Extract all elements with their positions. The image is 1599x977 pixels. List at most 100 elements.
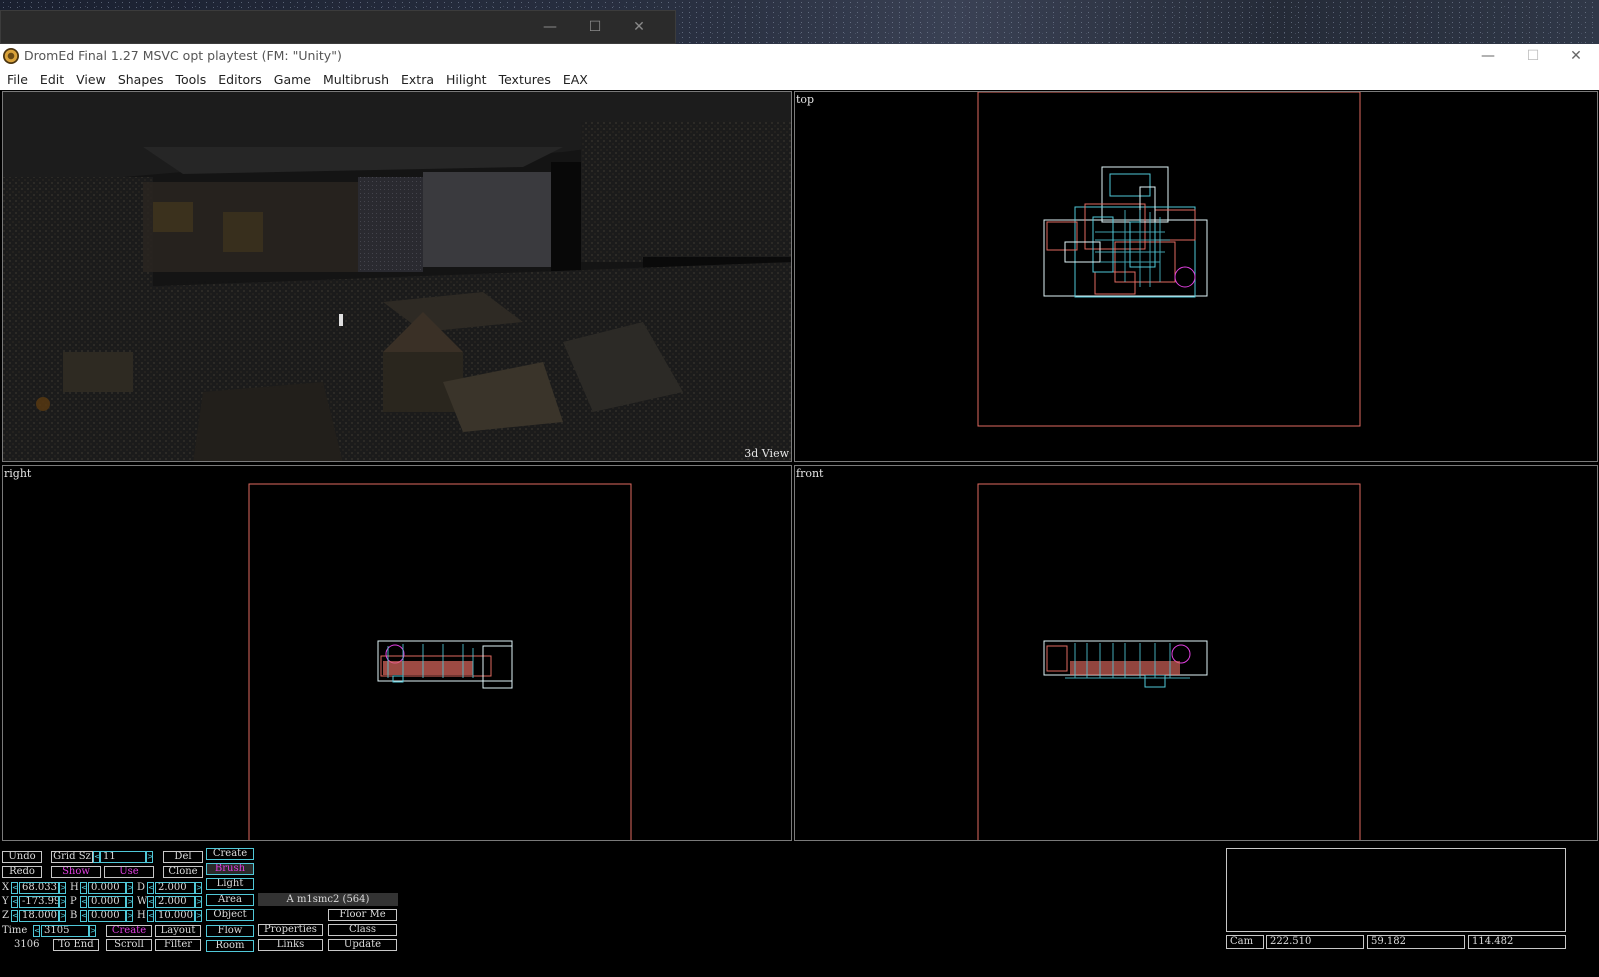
menu-textures[interactable]: Textures xyxy=(494,72,556,87)
camera-label: Cam xyxy=(1226,935,1264,949)
close-icon[interactable]: ✕ xyxy=(628,17,650,37)
menu-extra[interactable]: Extra xyxy=(396,72,439,87)
height-increase-button[interactable]: > xyxy=(195,910,203,922)
links-button[interactable]: Links xyxy=(258,939,323,951)
width-field[interactable]: 2.000 xyxy=(155,896,195,908)
right-view-map xyxy=(248,483,632,840)
object-mode-button[interactable]: Object xyxy=(206,909,254,921)
maximize-button[interactable]: ☐ xyxy=(1510,44,1556,68)
x-decrease-button[interactable]: < xyxy=(11,882,19,894)
light-mode-button[interactable]: Light xyxy=(206,878,254,890)
time-field[interactable]: 3105 xyxy=(41,925,89,937)
flow-mode-button[interactable]: Flow xyxy=(206,925,254,937)
w-decrease-button[interactable]: < xyxy=(147,896,155,908)
front-view-map xyxy=(977,483,1361,840)
y-decrease-button[interactable]: < xyxy=(11,896,19,908)
menu-game[interactable]: Game xyxy=(269,72,316,87)
menu-bar: File Edit View Shapes Tools Editors Game… xyxy=(0,68,1599,90)
menu-tools[interactable]: Tools xyxy=(170,72,211,87)
b-decrease-button[interactable]: < xyxy=(80,910,88,922)
close-button[interactable]: ✕ xyxy=(1553,44,1599,68)
x-field[interactable]: 68.033 xyxy=(19,882,59,894)
grid-size-field[interactable]: 11 xyxy=(100,851,146,863)
brush-mode-button[interactable]: Brush xyxy=(206,863,254,875)
z-increase-button[interactable]: > xyxy=(59,910,67,922)
create-button[interactable]: Create xyxy=(106,925,152,937)
y-label: Y xyxy=(2,896,9,907)
b-increase-button[interactable]: > xyxy=(126,910,134,922)
viewport-3d[interactable]: 3d View xyxy=(2,91,792,462)
p-label: P xyxy=(70,896,77,907)
maximize-icon[interactable]: ☐ xyxy=(584,17,606,37)
menu-multibrush[interactable]: Multibrush xyxy=(318,72,394,87)
viewport-label-top: top xyxy=(796,93,815,106)
viewport-right[interactable]: right xyxy=(2,465,792,841)
time-decrease-button[interactable]: < xyxy=(33,925,41,937)
menu-file[interactable]: File xyxy=(2,72,33,87)
clone-button[interactable]: Clone xyxy=(163,866,203,878)
z-field[interactable]: 18.000 xyxy=(19,910,59,922)
heading-field[interactable]: 0.000 xyxy=(88,882,126,894)
h-label: H xyxy=(70,882,79,893)
to-end-button[interactable]: To End xyxy=(53,939,99,951)
viewport-front[interactable]: front xyxy=(794,465,1598,841)
pitch-field[interactable]: 0.000 xyxy=(88,896,126,908)
h-decrease-button[interactable]: < xyxy=(80,882,88,894)
height-field[interactable]: 10.000 xyxy=(155,910,195,922)
menu-shapes[interactable]: Shapes xyxy=(113,72,169,87)
y-field[interactable]: -173.99 xyxy=(19,896,59,908)
height-decrease-button[interactable]: < xyxy=(147,910,155,922)
p-decrease-button[interactable]: < xyxy=(80,896,88,908)
menu-hilight[interactable]: Hilight xyxy=(441,72,492,87)
redo-button[interactable]: Redo xyxy=(2,866,42,878)
menu-eax[interactable]: EAX xyxy=(558,72,593,87)
menu-edit[interactable]: Edit xyxy=(35,72,69,87)
d-label: D xyxy=(137,882,146,893)
height-label: H xyxy=(137,910,146,921)
background-window[interactable]: — ☐ ✕ xyxy=(0,10,676,44)
grid-size-label: Grid Sz xyxy=(51,851,93,863)
h-increase-button[interactable]: > xyxy=(126,882,134,894)
z-label: Z xyxy=(2,910,9,921)
app-icon xyxy=(3,48,19,64)
area-mode-button[interactable]: Area xyxy=(206,894,254,906)
menu-editors[interactable]: Editors xyxy=(213,72,267,87)
grid-increase-button[interactable]: > xyxy=(146,851,154,863)
minimize-icon[interactable]: — xyxy=(539,17,561,37)
p-increase-button[interactable]: > xyxy=(126,896,134,908)
delete-button[interactable]: Del xyxy=(163,851,203,863)
top-view-map xyxy=(977,92,1361,427)
menu-view[interactable]: View xyxy=(71,72,111,87)
d-increase-button[interactable]: > xyxy=(195,882,203,894)
floor-me-button[interactable]: Floor Me xyxy=(328,909,397,921)
brush-info: A m1smc2 (564) xyxy=(258,893,398,906)
show-button[interactable]: Show xyxy=(51,866,101,878)
bank-field[interactable]: 0.000 xyxy=(88,910,126,922)
3d-scene-render xyxy=(3,92,791,461)
update-button[interactable]: Update xyxy=(328,939,397,951)
x-increase-button[interactable]: > xyxy=(59,882,67,894)
scroll-button[interactable]: Scroll xyxy=(106,939,152,951)
undo-button[interactable]: Undo xyxy=(2,851,42,863)
filter-button[interactable]: Filter xyxy=(155,939,201,951)
use-button[interactable]: Use xyxy=(104,866,154,878)
minimize-button[interactable]: — xyxy=(1465,44,1511,68)
camera-x: 222.510 xyxy=(1266,935,1364,949)
room-mode-button[interactable]: Room xyxy=(206,940,254,952)
layout-button[interactable]: Layout xyxy=(155,925,201,937)
w-increase-button[interactable]: > xyxy=(195,896,203,908)
time-total: 3106 xyxy=(14,939,40,950)
viewport-label-front: front xyxy=(796,467,824,480)
d-decrease-button[interactable]: < xyxy=(147,882,155,894)
camera-z: 114.482 xyxy=(1468,935,1566,949)
grid-decrease-button[interactable]: < xyxy=(93,851,101,863)
b-label: B xyxy=(70,910,78,921)
depth-field[interactable]: 2.000 xyxy=(155,882,195,894)
viewport-top[interactable]: top xyxy=(794,91,1598,462)
class-button[interactable]: Class xyxy=(328,924,397,936)
create-mode-button[interactable]: Create xyxy=(206,848,254,860)
time-increase-button[interactable]: > xyxy=(89,925,97,937)
z-decrease-button[interactable]: < xyxy=(11,910,19,922)
properties-button[interactable]: Properties xyxy=(258,924,323,936)
y-increase-button[interactable]: > xyxy=(59,896,67,908)
